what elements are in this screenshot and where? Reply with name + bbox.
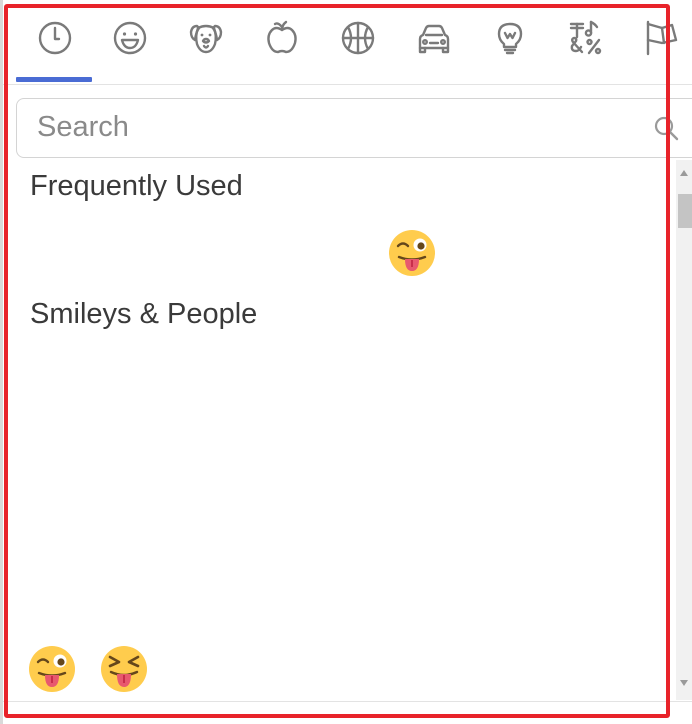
scrollbar[interactable] [676,160,692,700]
search-input[interactable] [37,107,637,147]
symbols-icon [569,20,602,55]
dog-icon [189,24,223,54]
tab-activity[interactable] [320,0,396,84]
flag-icon [646,20,678,56]
left-border [0,0,3,724]
apple-icon [267,20,297,54]
winking-face-with-tongue-emoji[interactable] [28,645,76,693]
tabbar-divider [3,84,692,85]
search-icon[interactable] [653,115,681,143]
basketball-icon [341,21,375,55]
scroll-down-arrow-icon[interactable] [680,680,688,686]
scroll-up-arrow-icon[interactable] [680,170,688,176]
tab-animals-nature[interactable] [168,0,244,84]
tab-food-drink[interactable] [244,0,320,84]
car-icon [418,24,450,54]
category-tabbar [3,0,692,84]
squinting-face-with-tongue-emoji[interactable] [100,645,148,693]
tab-frequently-used[interactable] [17,0,93,84]
section-title-smileys-people: Smileys & People [30,298,258,330]
tab-symbols[interactable] [548,0,624,84]
lightbulb-icon [497,22,523,55]
winking-face-with-tongue-emoji[interactable] [388,229,436,277]
selected-tab-indicator [16,77,92,82]
tab-objects[interactable] [472,0,548,84]
scrollbar-thumb[interactable] [678,194,692,228]
section-title-frequently-used: Frequently Used [30,170,243,202]
tab-flags[interactable] [624,0,692,84]
clock-icon [38,21,72,55]
search-box [16,98,692,158]
bottom-divider [3,701,692,702]
emoji-picker: Frequently Used Smileys & People [0,0,692,724]
smiley-icon [113,21,147,55]
tab-smileys-people[interactable] [92,0,168,84]
tab-travel-places[interactable] [396,0,472,84]
